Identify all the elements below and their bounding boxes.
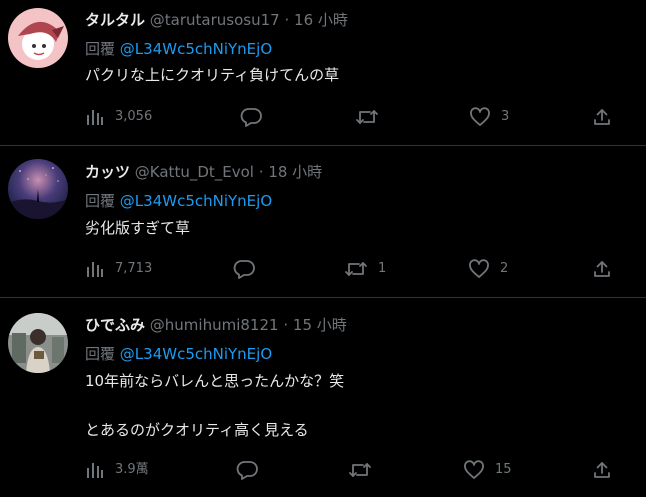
reply-button[interactable] (233, 257, 265, 281)
display-name[interactable]: カッツ (85, 163, 130, 181)
tweet-text: 劣化版すぎて草 (85, 219, 191, 237)
speech-bubble-icon (236, 460, 258, 480)
heart-icon (468, 259, 490, 279)
tweet-3[interactable]: ひでふみ @humihumi8121 · 15 小時 回覆 @L34Wc5chN… (0, 298, 646, 497)
reply-button[interactable] (240, 105, 272, 129)
views-button[interactable]: 3.9萬 (85, 458, 149, 482)
views-button[interactable]: 7,713 (85, 257, 152, 281)
retweet-count: 1 (378, 261, 387, 276)
bar-chart-icon (85, 259, 105, 279)
retweet-button[interactable] (348, 458, 382, 482)
reply-context: 回覆 @L34Wc5chNiYnEjO (85, 39, 272, 59)
views-count: 3,056 (115, 109, 153, 124)
like-button[interactable]: 2 (468, 257, 508, 281)
upload-share-icon (592, 259, 612, 279)
tweet-text-line-1: 10年前ならバレんと思ったんかな？笑 (85, 372, 345, 390)
retweet-arrows-icon (344, 259, 368, 279)
tweet-2[interactable]: カッツ @Kattu_Dt_Evol · 18 小時 回覆 @L34Wc5chN… (0, 146, 646, 297)
reply-mention-link[interactable]: @L34Wc5chNiYnEjO (120, 345, 272, 363)
bar-chart-icon (85, 460, 105, 480)
avatar[interactable] (8, 8, 68, 68)
separator-dot: · (283, 316, 289, 334)
reply-prefix: 回覆 (85, 40, 116, 58)
speech-bubble-icon (240, 107, 262, 127)
share-button[interactable] (592, 458, 612, 482)
heart-icon (463, 460, 485, 480)
reply-context: 回覆 @L34Wc5chNiYnEjO (85, 344, 272, 364)
retweet-button[interactable]: 1 (344, 257, 386, 281)
upload-share-icon (592, 107, 612, 127)
action-bar: 7,713 1 2 (85, 257, 625, 281)
views-count: 7,713 (115, 261, 153, 276)
user-handle[interactable]: @Kattu_Dt_Evol (135, 163, 254, 181)
timestamp[interactable]: 18 小時 (268, 163, 322, 181)
user-handle[interactable]: @tarutarusosu17 (150, 11, 280, 29)
avatar[interactable] (8, 313, 68, 373)
reply-mention-link[interactable]: @L34Wc5chNiYnEjO (120, 192, 272, 210)
like-count: 3 (501, 109, 510, 124)
upload-share-icon (592, 460, 612, 480)
display-name[interactable]: ひでふみ (85, 316, 145, 334)
retweet-arrows-icon (348, 460, 372, 480)
user-handle[interactable]: @humihumi8121 (150, 316, 279, 334)
share-button[interactable] (592, 257, 612, 281)
share-button[interactable] (592, 105, 612, 129)
views-count: 3.9萬 (115, 462, 149, 477)
reply-button[interactable] (236, 458, 268, 482)
tweet-header: ひでふみ @humihumi8121 · 15 小時 (85, 315, 347, 335)
like-count: 2 (500, 261, 509, 276)
display-name[interactable]: タルタル (85, 11, 145, 29)
reply-context: 回覆 @L34Wc5chNiYnEjO (85, 191, 272, 211)
retweet-arrows-icon (355, 107, 379, 127)
views-button[interactable]: 3,056 (85, 105, 152, 129)
timestamp[interactable]: 15 小時 (293, 316, 347, 334)
like-count: 15 (495, 462, 512, 477)
like-button[interactable]: 15 (463, 458, 512, 482)
separator-dot: · (258, 163, 264, 181)
tweet-text-line-2: とあるのがクオリティ高く見える (85, 421, 309, 439)
reply-prefix: 回覆 (85, 192, 116, 210)
tweet-header: タルタル @tarutarusosu17 · 16 小時 (85, 10, 348, 30)
action-bar: 3,056 3 (85, 105, 625, 129)
heart-icon (469, 107, 491, 127)
timestamp[interactable]: 16 小時 (294, 11, 348, 29)
action-bar: 3.9萬 15 (85, 458, 625, 482)
tweet-header: カッツ @Kattu_Dt_Evol · 18 小時 (85, 162, 322, 182)
tweet-text: パクリな上にクオリティ負けてんの草 (85, 66, 340, 84)
reply-prefix: 回覆 (85, 345, 116, 363)
separator-dot: · (284, 11, 290, 29)
bar-chart-icon (85, 107, 105, 127)
like-button[interactable]: 3 (469, 105, 509, 129)
avatar[interactable] (8, 159, 68, 219)
retweet-button[interactable] (355, 105, 389, 129)
reply-mention-link[interactable]: @L34Wc5chNiYnEjO (120, 40, 272, 58)
tweet-1[interactable]: タルタル @tarutarusosu17 · 16 小時 回覆 @L34Wc5c… (0, 0, 646, 145)
speech-bubble-icon (233, 259, 255, 279)
